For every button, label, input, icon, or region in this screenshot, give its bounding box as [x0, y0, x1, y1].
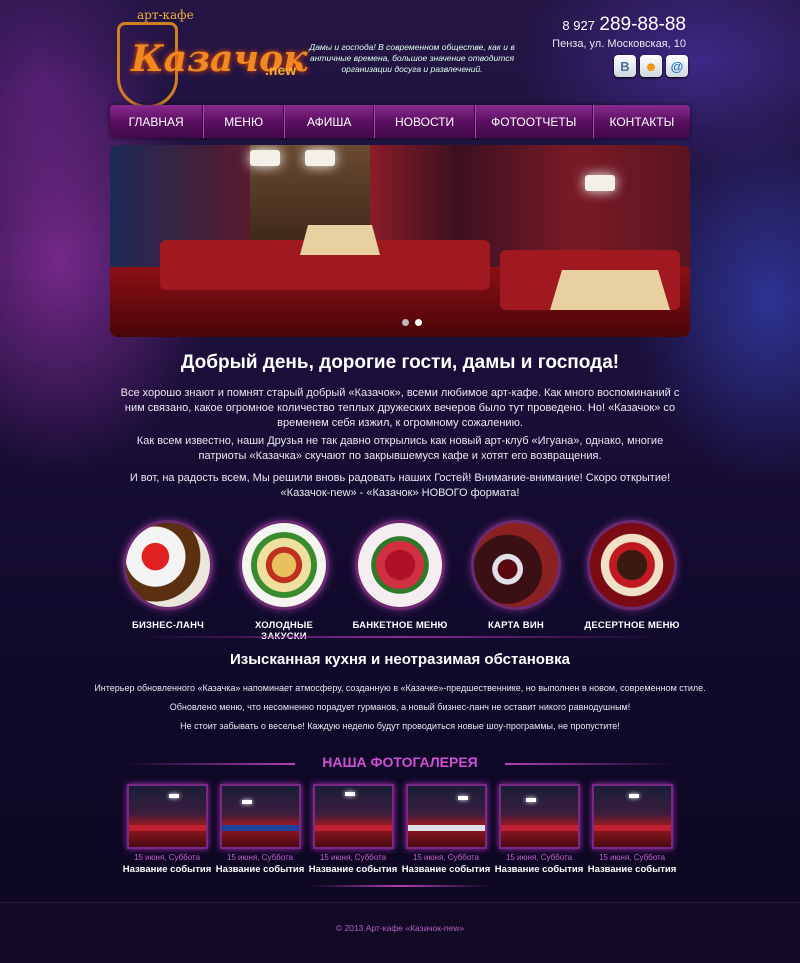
category-label[interactable]: ДЕСЕРТНОЕ МЕНЮ [584, 620, 680, 631]
thumb-floor [315, 825, 392, 831]
gallery-thumbnail[interactable] [592, 784, 673, 849]
welcome-paragraph: Все хорошо знают и помнят старый добрый … [120, 387, 680, 429]
business-lunch-image[interactable] [123, 520, 213, 610]
welcome-paragraph: И вот, на радость всем, Мы решили вновь … [129, 472, 671, 499]
slide-lamp [305, 150, 335, 166]
event-date: 15 июня, Суббота [133, 853, 201, 862]
event-date: 15 июня, Суббота [412, 853, 480, 862]
event-name[interactable]: Название события [308, 864, 398, 875]
social-links: В ☻ @ [614, 55, 688, 77]
thumb-floor [222, 825, 299, 831]
vk-icon[interactable]: В [614, 55, 636, 77]
slide-table [300, 225, 380, 255]
welcome-title: Добрый день, дорогие гости, дамы и госпо… [180, 352, 620, 373]
nav-item-home[interactable]: ГЛАВНАЯ [110, 105, 204, 138]
gallery-thumbnail[interactable] [499, 784, 580, 849]
logo-suffix: .new [265, 62, 297, 78]
thumb-floor [408, 825, 485, 831]
category-label[interactable]: БАНКЕТНОЕ МЕНЮ [352, 620, 448, 631]
slide-table [550, 270, 670, 310]
cuisine-title: Изысканная кухня и неотразимая обстановк… [230, 651, 570, 668]
event-name[interactable]: Название события [401, 864, 491, 875]
logo[interactable]: арт-кафе Казачок .new [113, 8, 307, 108]
event-name[interactable]: Название события [587, 864, 677, 875]
category-dessert-menu[interactable]: ДЕСЕРТНОЕ МЕНЮ [584, 520, 680, 631]
gallery-title: НАША ФОТОГАЛЕРЕЯ [322, 754, 478, 770]
gallery-caption: 15 июня, Суббота Название события [494, 853, 584, 875]
cuisine-paragraph: Не стоит забывать о веселье! Каждую неде… [180, 721, 620, 731]
event-date: 15 июня, Суббота [598, 853, 666, 862]
thumb-light [629, 794, 639, 798]
logo-subtitle: арт-кафе [137, 8, 194, 22]
gallery-thumbnail[interactable] [406, 784, 487, 849]
gallery-caption: 15 июня, Суббота Название события [308, 853, 398, 875]
event-name[interactable]: Название события [494, 864, 584, 875]
phone: 8 927 289-88-88 [562, 14, 686, 36]
footer: © 2013 Арт-кафе «Казачок-new» [0, 902, 800, 963]
thumb-floor [129, 825, 206, 831]
phone-prefix: 8 927 [562, 18, 595, 33]
slider-dot[interactable] [402, 319, 409, 326]
odnoklassniki-icon[interactable]: ☻ [640, 55, 662, 77]
event-name[interactable]: Название события [215, 864, 305, 875]
slider-dot-active[interactable] [415, 319, 422, 326]
header-tagline: Дамы и господа! В современном обществе, … [309, 42, 515, 74]
gallery-thumbnail[interactable] [313, 784, 394, 849]
gallery-caption: 15 июня, Суббота Название события [122, 853, 212, 875]
slide-lamp [585, 175, 615, 191]
category-cold-snacks[interactable]: ХОЛОДНЫЕ ЗАКУСКИ [236, 520, 332, 642]
phone-number: 289-88-88 [599, 14, 686, 35]
slide-lamp [250, 150, 280, 166]
category-label[interactable]: ХОЛОДНЫЕ ЗАКУСКИ [236, 620, 332, 642]
gallery-thumbnail[interactable] [127, 784, 208, 849]
dessert-menu-image[interactable] [587, 520, 677, 610]
thumb-floor [594, 825, 671, 831]
main-nav: ГЛАВНАЯ МЕНЮ АФИША НОВОСТИ ФОТООТЧЕТЫ КО… [110, 105, 690, 138]
wine-list-image[interactable] [471, 520, 561, 610]
thumb-light [242, 800, 252, 804]
category-wine-list[interactable]: КАРТА ВИН [468, 520, 564, 631]
nav-item-news[interactable]: НОВОСТИ [374, 105, 475, 138]
event-date: 15 июня, Суббота [226, 853, 294, 862]
cold-snacks-image[interactable] [239, 520, 329, 610]
thumb-light [345, 792, 355, 796]
event-date: 15 июня, Суббота [319, 853, 387, 862]
banquet-menu-image[interactable] [355, 520, 445, 610]
cuisine-paragraph: Обновлено меню, что несомненно порадует … [169, 702, 631, 712]
thumb-floor [501, 825, 578, 831]
category-business-lunch[interactable]: БИЗНЕС-ЛАНЧ [120, 520, 216, 631]
hero-slider[interactable] [110, 145, 690, 337]
gallery-caption: 15 июня, Суббота Название события [401, 853, 491, 875]
mail-icon[interactable]: @ [666, 55, 688, 77]
event-date: 15 июня, Суббота [505, 853, 573, 862]
category-label[interactable]: БИЗНЕС-ЛАНЧ [120, 620, 216, 631]
gallery-caption: 15 июня, Суббота Название события [215, 853, 305, 875]
nav-item-menu[interactable]: МЕНЮ [203, 105, 284, 138]
category-label[interactable]: КАРТА ВИН [468, 620, 564, 631]
nav-item-afisha[interactable]: АФИША [284, 105, 375, 138]
category-banquet-menu[interactable]: БАНКЕТНОЕ МЕНЮ [352, 520, 448, 631]
thumb-light [526, 798, 536, 802]
nav-item-photo-reports[interactable]: ФОТООТЧЕТЫ [474, 105, 593, 138]
cuisine-paragraph: Интерьер обновленного «Казачка» напомина… [94, 683, 706, 693]
nav-item-contacts[interactable]: КОНТАКТЫ [592, 105, 690, 138]
thumb-light [169, 794, 179, 798]
slider-dots [402, 319, 422, 326]
welcome-paragraph: Как всем известно, наши Друзья не так да… [136, 435, 664, 462]
address: Пенза, ул. Московская, 10 [552, 38, 686, 50]
gallery-ornament-bottom [310, 885, 490, 887]
copyright: © 2013 Арт-кафе «Казачок-new» [335, 923, 465, 933]
gallery-thumbnail[interactable] [220, 784, 301, 849]
divider [135, 636, 665, 638]
event-name[interactable]: Название события [122, 864, 212, 875]
thumb-light [458, 796, 468, 800]
gallery-caption: 15 июня, Суббота Название события [587, 853, 677, 875]
